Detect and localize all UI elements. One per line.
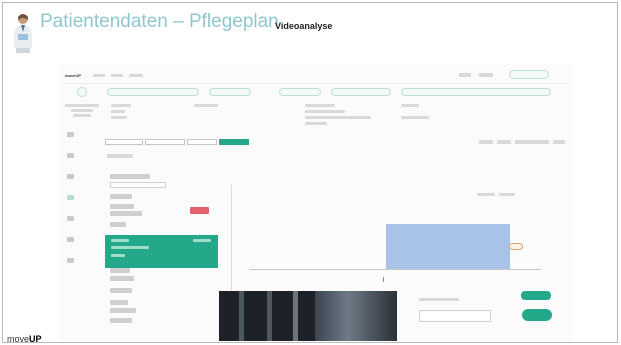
- list-item[interactable]: [110, 222, 126, 227]
- sidebar-icon[interactable]: [67, 174, 74, 179]
- user-menu[interactable]: [509, 70, 549, 79]
- info-field: [305, 116, 371, 119]
- nav-link[interactable]: [129, 74, 143, 77]
- sidebar-icon[interactable]: [67, 258, 74, 263]
- app-sidebar: [63, 128, 79, 335]
- comment-input[interactable]: [419, 310, 491, 322]
- patient-avatar: [77, 87, 87, 97]
- tab[interactable]: [105, 139, 143, 145]
- app-logo: moveUP: [65, 73, 82, 78]
- info-field: [401, 104, 419, 107]
- list-item[interactable]: [110, 194, 132, 199]
- list-item[interactable]: [110, 268, 130, 273]
- send-button[interactable]: [522, 309, 552, 321]
- slide-title: Patientendaten – Pflegeplan: [40, 11, 279, 32]
- plot-x-axis: [249, 269, 541, 270]
- pathway-step[interactable]: [209, 88, 251, 96]
- list-item[interactable]: [110, 204, 134, 209]
- selected-value: [193, 239, 211, 242]
- toolbar-action[interactable]: [479, 140, 493, 144]
- header-divider: [63, 83, 568, 84]
- moveup-logo: moveUP: [7, 334, 42, 344]
- list-item[interactable]: [110, 276, 134, 281]
- video-frame-detail: [293, 291, 298, 341]
- plot-marker[interactable]: [509, 243, 523, 250]
- toolbar-action[interactable]: [553, 140, 565, 144]
- sidebar-icon[interactable]: [67, 153, 74, 158]
- header-control[interactable]: [459, 73, 471, 77]
- list-filter[interactable]: [110, 182, 166, 188]
- embedded-app-screenshot: moveUP: [59, 64, 572, 341]
- list-item[interactable]: [110, 288, 132, 293]
- info-field: [111, 116, 127, 119]
- toolbar-action[interactable]: [497, 140, 511, 144]
- doctor-avatar-icon: [14, 14, 32, 53]
- info-field: [194, 104, 218, 107]
- sidebar-icon[interactable]: [67, 195, 74, 200]
- patient-detail: [71, 109, 93, 112]
- list-item[interactable]: [110, 308, 136, 313]
- plot-cursor[interactable]: [383, 277, 384, 282]
- header-control[interactable]: [479, 73, 493, 77]
- toolbar-action[interactable]: [515, 140, 549, 144]
- nav-link[interactable]: [93, 74, 105, 77]
- video-frame-detail: [267, 291, 272, 341]
- slide-subtitle: Videoanalyse: [275, 21, 333, 31]
- list-item[interactable]: [110, 300, 128, 305]
- pathway-step[interactable]: [279, 88, 321, 96]
- info-field: [401, 116, 429, 119]
- nav-link[interactable]: [111, 74, 123, 77]
- patient-detail: [73, 114, 91, 117]
- info-field: [305, 110, 345, 113]
- video-frame-detail: [239, 291, 244, 341]
- delete-button[interactable]: [190, 207, 209, 214]
- section-heading: [107, 154, 133, 158]
- sidebar-icon[interactable]: [67, 237, 74, 242]
- info-field: [305, 122, 327, 125]
- pathway-step[interactable]: [401, 88, 551, 96]
- info-field: [305, 104, 335, 107]
- sidebar-icon[interactable]: [67, 132, 74, 137]
- logo-move: move: [7, 334, 30, 344]
- patient-video-player[interactable]: [219, 291, 397, 341]
- video-analysis-plot: [241, 189, 547, 282]
- pathway-step[interactable]: [331, 88, 391, 96]
- comment-heading: [419, 298, 459, 301]
- list-item[interactable]: [110, 318, 132, 323]
- tab-videoanalyse[interactable]: [219, 139, 249, 145]
- selected-exercise[interactable]: [105, 235, 218, 268]
- info-field: [111, 110, 125, 113]
- sidebar-icon[interactable]: [67, 216, 74, 221]
- selected-label: [111, 254, 125, 257]
- info-field: [111, 104, 131, 107]
- plot-range-highlight: [386, 224, 510, 269]
- slide-frame: Patientendaten – Pflegeplan Videoanalyse…: [2, 2, 618, 344]
- tab[interactable]: [145, 139, 185, 145]
- plot-legend: [499, 193, 515, 196]
- tab[interactable]: [187, 139, 217, 145]
- logo-up: UP: [29, 334, 42, 344]
- save-button[interactable]: [521, 291, 551, 300]
- pathway-step[interactable]: [107, 88, 199, 96]
- selected-label: [111, 246, 149, 249]
- list-item[interactable]: [110, 174, 150, 179]
- patient-name: [65, 104, 99, 107]
- selected-label: [111, 239, 129, 242]
- list-item[interactable]: [110, 211, 142, 216]
- plot-legend: [477, 193, 495, 196]
